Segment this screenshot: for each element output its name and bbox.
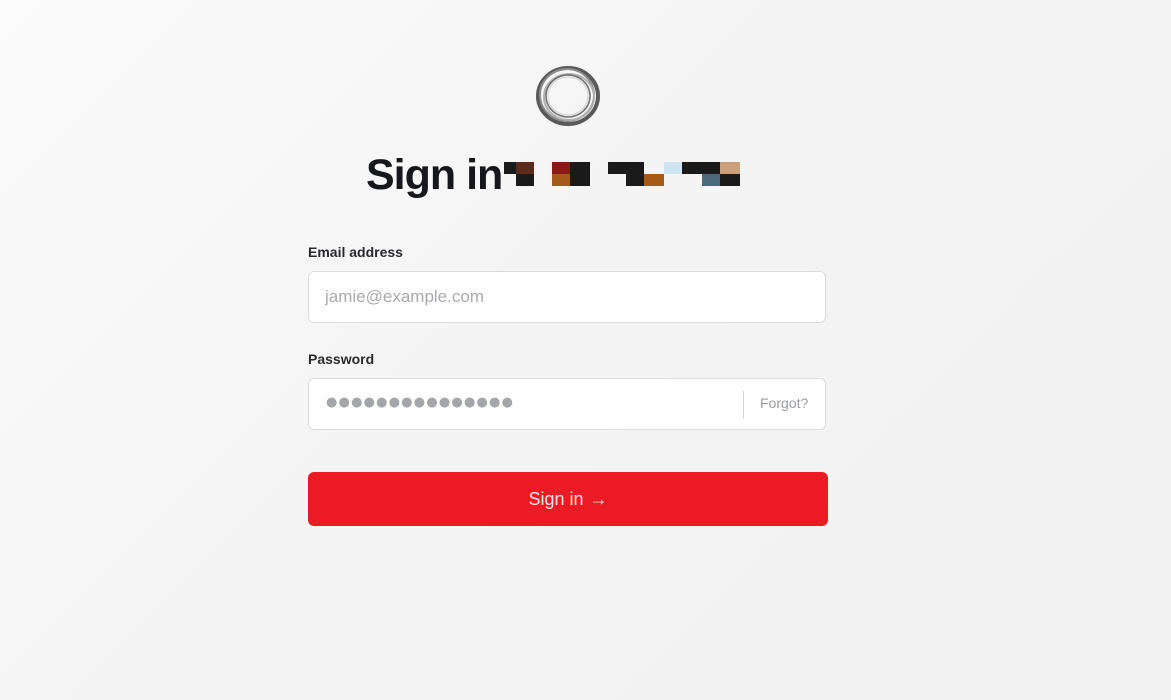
page-title: Sign in [366, 150, 503, 199]
redacted-title-suffix [504, 162, 740, 186]
password-field[interactable]: ●●●●●●●●●●●●●●● Forgot? [308, 378, 826, 430]
email-field[interactable] [325, 272, 815, 322]
forgot-password-link[interactable]: Forgot? [760, 395, 808, 411]
email-field-container [308, 271, 826, 323]
password-divider [743, 391, 744, 419]
arrow-right-icon: → [589, 488, 608, 509]
email-label: Email address [308, 244, 403, 260]
password-label: Password [308, 351, 375, 367]
logo [533, 64, 603, 128]
password-masked-value: ●●●●●●●●●●●●●●● [326, 395, 515, 410]
ring-logo-icon [536, 66, 600, 126]
sign-in-button-label: Sign in [528, 488, 584, 509]
page-title-row: Sign in [366, 150, 503, 200]
sign-in-button[interactable]: Sign in → [308, 472, 828, 526]
